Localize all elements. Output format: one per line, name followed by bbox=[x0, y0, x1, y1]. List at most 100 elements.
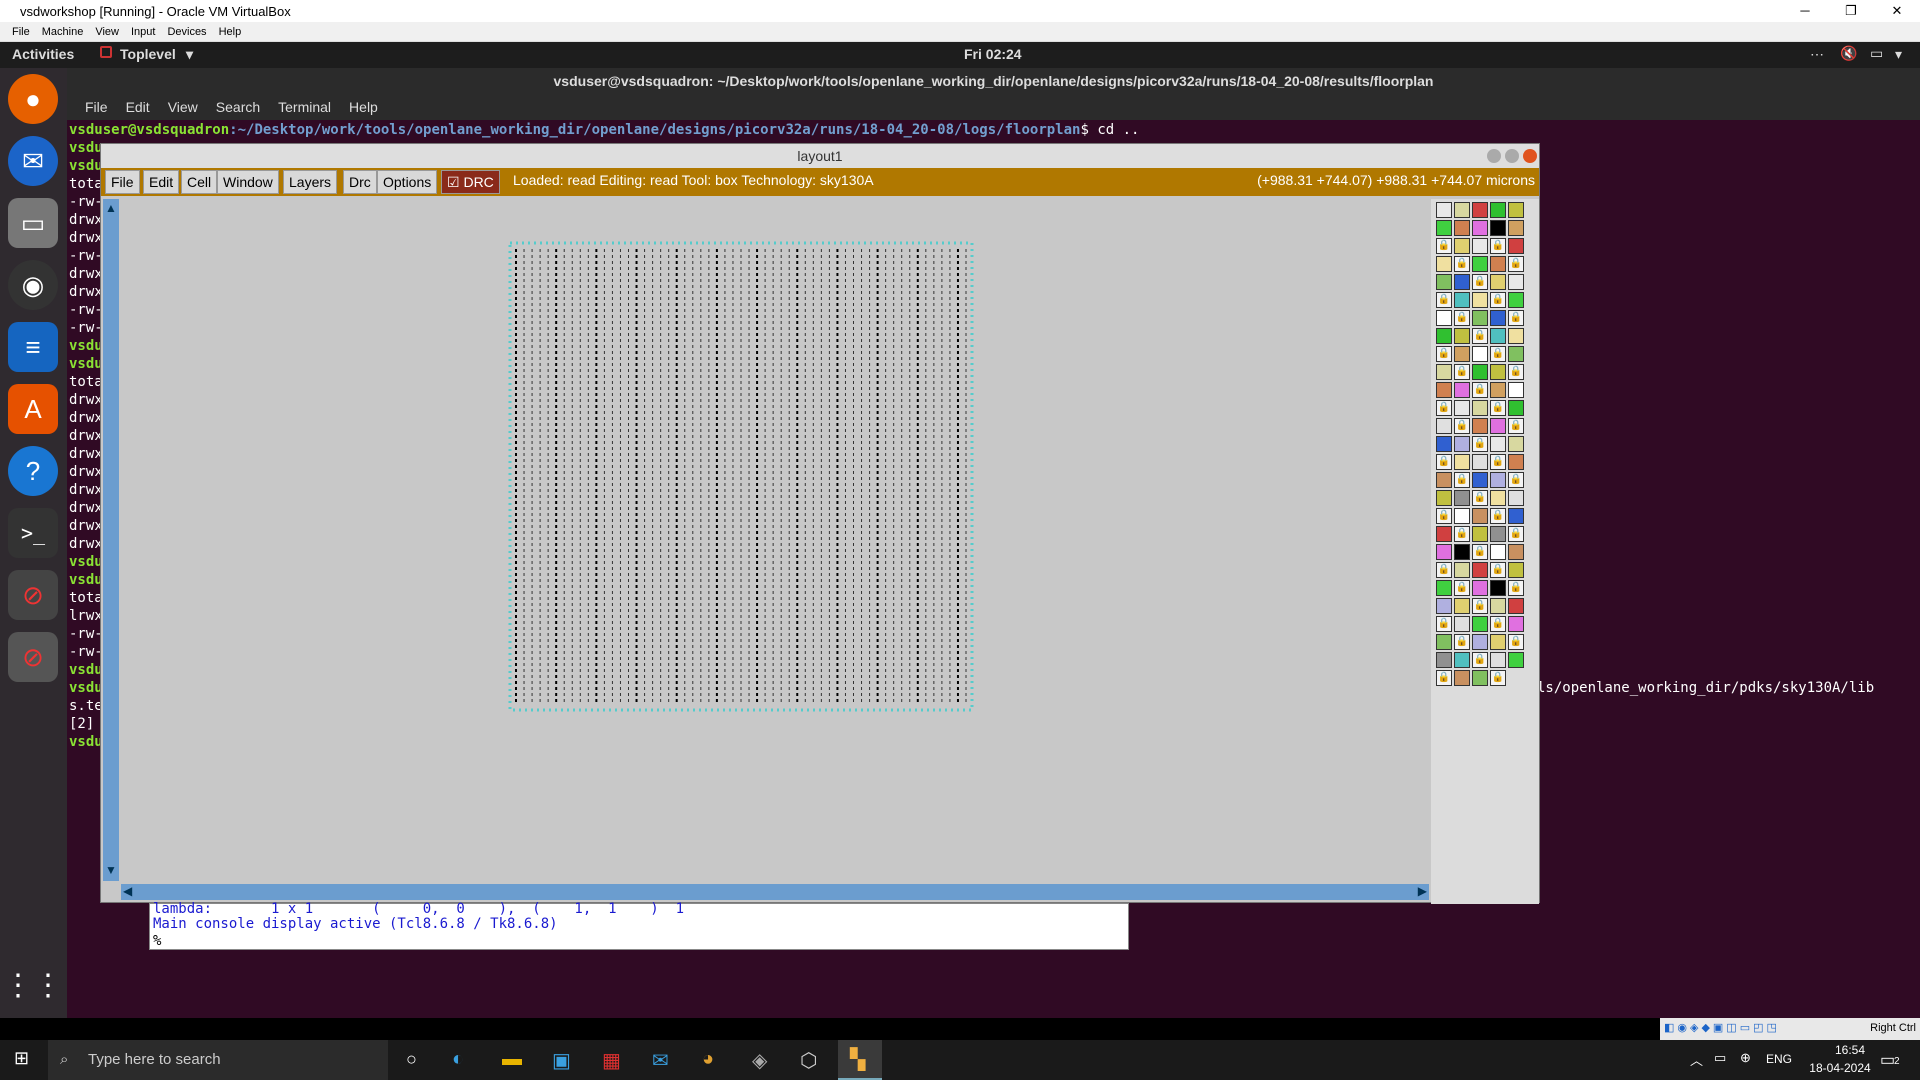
firefox-icon[interactable]: ● bbox=[8, 74, 58, 124]
maximize-icon[interactable]: ❐ bbox=[1828, 0, 1874, 22]
layer-swatch[interactable] bbox=[1454, 490, 1470, 506]
layer-swatch[interactable] bbox=[1490, 328, 1506, 344]
magic-menu-layers[interactable]: Layers bbox=[283, 170, 338, 194]
layer-swatch[interactable] bbox=[1454, 616, 1470, 632]
close-icon[interactable] bbox=[1523, 149, 1537, 163]
tk-console[interactable]: lambda: 1 x 1 ( 0, 0 ), ( 1, 1 ) 1 Main … bbox=[149, 901, 1129, 950]
lock-icon[interactable]: 🔒 bbox=[1490, 400, 1506, 416]
layer-swatch[interactable] bbox=[1454, 202, 1470, 218]
writer-icon[interactable]: ≡ bbox=[8, 322, 58, 372]
layer-swatch[interactable] bbox=[1508, 562, 1524, 578]
layer-swatch[interactable] bbox=[1508, 454, 1524, 470]
magic-menu-cell[interactable]: Cell bbox=[181, 170, 218, 194]
layer-swatch[interactable] bbox=[1436, 328, 1452, 344]
lock-icon[interactable]: 🔒 bbox=[1490, 454, 1506, 470]
lock-icon[interactable]: 🔒 bbox=[1508, 580, 1524, 596]
lock-icon[interactable]: 🔒 bbox=[1472, 436, 1488, 452]
term-menu-terminal[interactable]: Terminal bbox=[278, 99, 331, 115]
app-menu[interactable]: Toplevel bbox=[120, 46, 176, 62]
chrome-icon[interactable]: ◕ bbox=[702, 1048, 714, 1071]
scroll-up-icon[interactable]: ▲ bbox=[105, 201, 117, 215]
layer-swatch[interactable] bbox=[1472, 418, 1488, 434]
layer-swatch[interactable] bbox=[1490, 310, 1506, 326]
layer-swatch[interactable] bbox=[1490, 418, 1506, 434]
lock-icon[interactable]: 🔒 bbox=[1436, 616, 1452, 632]
office-icon[interactable]: ▦ bbox=[602, 1048, 621, 1073]
layer-swatch[interactable] bbox=[1436, 436, 1452, 452]
layer-swatch[interactable] bbox=[1436, 472, 1452, 488]
magic-menu-drc[interactable]: Drc bbox=[343, 170, 377, 194]
globe-icon[interactable]: ⊕ bbox=[1740, 1050, 1751, 1066]
layer-swatch[interactable] bbox=[1436, 544, 1452, 560]
tray-chevron-icon[interactable]: ︿ bbox=[1690, 1050, 1703, 1069]
lock-icon[interactable]: 🔒 bbox=[1508, 472, 1524, 488]
layer-swatch[interactable] bbox=[1472, 256, 1488, 272]
layer-swatch[interactable] bbox=[1490, 256, 1506, 272]
layer-swatch[interactable] bbox=[1436, 202, 1452, 218]
layer-swatch[interactable] bbox=[1436, 364, 1452, 380]
vbox-menu-file[interactable]: File bbox=[12, 26, 30, 38]
network-icon[interactable]: ⋯ bbox=[1810, 46, 1824, 63]
layer-swatch[interactable] bbox=[1436, 580, 1452, 596]
layer-swatch[interactable] bbox=[1490, 580, 1506, 596]
lock-icon[interactable]: 🔒 bbox=[1454, 364, 1470, 380]
lock-icon[interactable]: 🔒 bbox=[1508, 526, 1524, 542]
lock-icon[interactable]: 🔒 bbox=[1454, 256, 1470, 272]
layer-palette[interactable]: 🔒 🔒 🔒 🔒 🔒 🔒 🔒 🔒 🔒 🔒 🔒 🔒 🔒 🔒 🔒 🔒 🔒 🔒 🔒 🔒 🔒 🔒 🔒 🔒 🔒 🔒 🔒 🔒 🔒 🔒 🔒 🔒 🔒 🔒 🔒 🔒 🔒 🔒 🔒 🔒… bbox=[1431, 199, 1539, 904]
lock-icon[interactable]: 🔒 bbox=[1472, 328, 1488, 344]
lock-icon[interactable]: 🔒 bbox=[1508, 418, 1524, 434]
volume-icon[interactable]: 🔇 bbox=[1840, 45, 1857, 62]
scroll-right-icon[interactable]: ▶ bbox=[1418, 884, 1427, 898]
layer-swatch[interactable] bbox=[1454, 220, 1470, 236]
layer-swatch[interactable] bbox=[1508, 346, 1524, 362]
layer-swatch[interactable] bbox=[1490, 220, 1506, 236]
lock-icon[interactable]: 🔒 bbox=[1472, 274, 1488, 290]
term-menu-view[interactable]: View bbox=[168, 99, 198, 115]
layer-swatch[interactable] bbox=[1454, 598, 1470, 614]
magic-menu-options[interactable]: Options bbox=[377, 170, 438, 194]
lock-icon[interactable]: 🔒 bbox=[1436, 562, 1452, 578]
layer-swatch[interactable] bbox=[1508, 274, 1524, 290]
layer-swatch[interactable] bbox=[1508, 382, 1524, 398]
layer-swatch[interactable] bbox=[1472, 472, 1488, 488]
lock-icon[interactable]: 🔒 bbox=[1436, 292, 1452, 308]
layer-swatch[interactable] bbox=[1490, 274, 1506, 290]
lock-icon[interactable]: 🔒 bbox=[1454, 472, 1470, 488]
layer-swatch[interactable] bbox=[1472, 202, 1488, 218]
activities-button[interactable]: Activities bbox=[12, 46, 74, 62]
lock-icon[interactable]: 🔒 bbox=[1454, 310, 1470, 326]
lock-icon[interactable]: 🔒 bbox=[1472, 652, 1488, 668]
layer-swatch[interactable] bbox=[1472, 364, 1488, 380]
lock-icon[interactable]: 🔒 bbox=[1490, 616, 1506, 632]
scroll-down-icon[interactable]: ▼ bbox=[105, 863, 117, 877]
thunderbird-icon[interactable]: ✉ bbox=[8, 136, 58, 186]
layer-swatch[interactable] bbox=[1472, 580, 1488, 596]
lock-icon[interactable]: 🔒 bbox=[1454, 526, 1470, 542]
lock-icon[interactable]: 🔒 bbox=[1490, 346, 1506, 362]
layer-swatch[interactable] bbox=[1490, 382, 1506, 398]
layer-swatch[interactable] bbox=[1508, 400, 1524, 416]
lock-icon[interactable]: 🔒 bbox=[1472, 544, 1488, 560]
layer-swatch[interactable] bbox=[1436, 526, 1452, 542]
layer-swatch[interactable] bbox=[1508, 220, 1524, 236]
layer-swatch[interactable] bbox=[1472, 346, 1488, 362]
lock-icon[interactable]: 🔒 bbox=[1436, 346, 1452, 362]
mail-icon[interactable]: ✉ bbox=[652, 1048, 669, 1073]
layer-swatch[interactable] bbox=[1454, 292, 1470, 308]
layer-swatch[interactable] bbox=[1436, 634, 1452, 650]
edge-icon[interactable]: ◐ bbox=[452, 1048, 464, 1071]
layer-swatch[interactable] bbox=[1454, 508, 1470, 524]
layer-swatch[interactable] bbox=[1436, 310, 1452, 326]
software-icon[interactable]: A bbox=[8, 384, 58, 434]
lock-icon[interactable]: 🔒 bbox=[1490, 238, 1506, 254]
lock-icon[interactable]: 🔒 bbox=[1508, 364, 1524, 380]
layer-swatch[interactable] bbox=[1508, 436, 1524, 452]
lock-icon[interactable]: 🔒 bbox=[1436, 400, 1452, 416]
layer-swatch[interactable] bbox=[1472, 562, 1488, 578]
layer-swatch[interactable] bbox=[1454, 400, 1470, 416]
layer-swatch[interactable] bbox=[1454, 436, 1470, 452]
magic-menu-edit[interactable]: Edit bbox=[143, 170, 180, 194]
layer-swatch[interactable] bbox=[1436, 652, 1452, 668]
layer-swatch[interactable] bbox=[1436, 490, 1452, 506]
layer-swatch[interactable] bbox=[1490, 652, 1506, 668]
